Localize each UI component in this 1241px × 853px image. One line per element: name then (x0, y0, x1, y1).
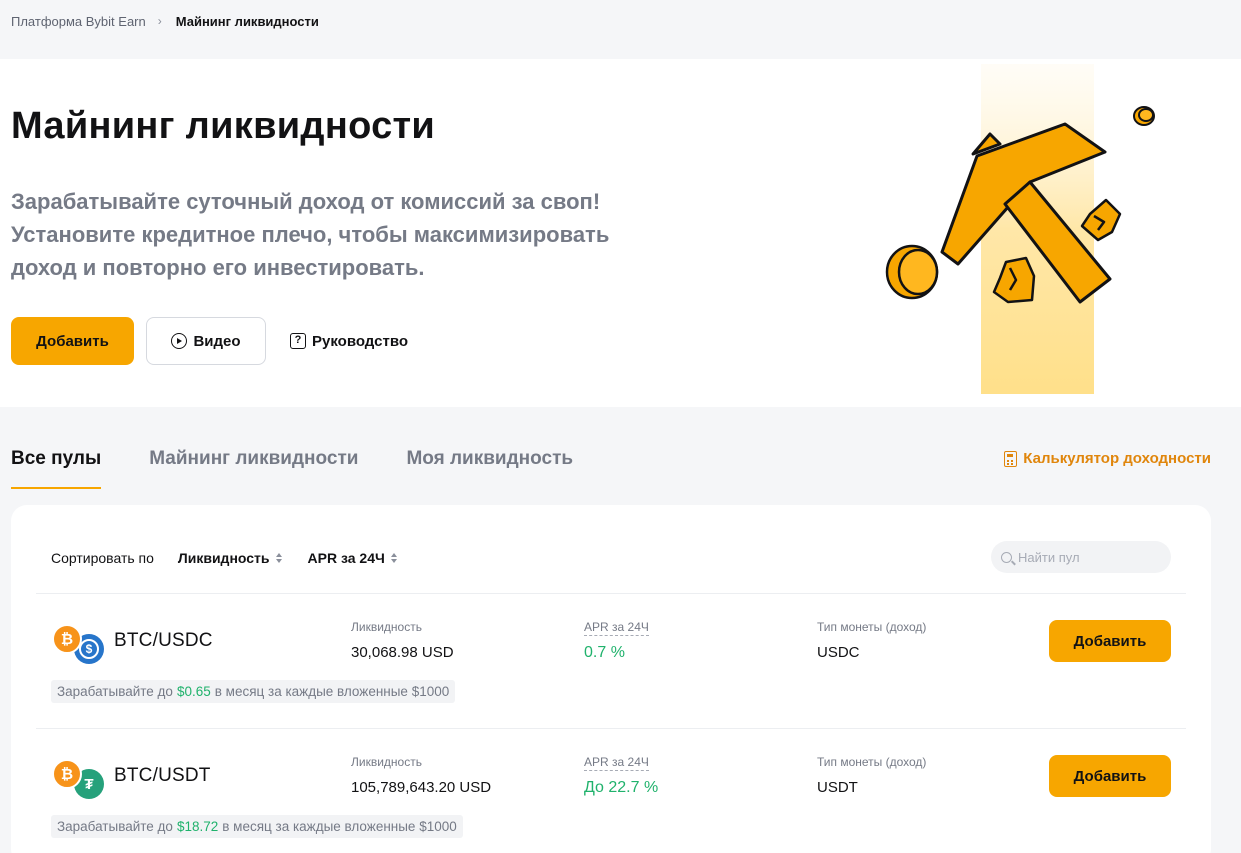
help-book-icon: ? (290, 333, 306, 349)
apr-label[interactable]: APR за 24Ч (584, 755, 649, 771)
coin-type-value: USDC (817, 644, 860, 661)
search-icon (1001, 551, 1012, 563)
pool-row: ₿ $ BTC/USDC Ликвидность 30,068.98 USD A… (36, 593, 1186, 728)
breadcrumb: Платформа Bybit Earn › Майнинг ликвиднос… (11, 12, 319, 30)
earnings-amount: $18.72 (176, 819, 219, 834)
hero-subtitle-line: доход и повторно его инвестировать. (11, 255, 425, 280)
video-button[interactable]: Видео (146, 317, 266, 365)
pool-pair: BTC/USDC (114, 630, 213, 651)
earnings-hint: Зарабатывайте до $0.65 в месяц за каждые… (51, 680, 456, 703)
hero-add-button[interactable]: Добавить (11, 317, 134, 365)
search-input[interactable] (1018, 549, 1158, 565)
sort-by-apr[interactable]: APR за 24Ч (308, 550, 397, 566)
coin-icon (885, 244, 939, 300)
pair-icons: ₿ ₮ (52, 759, 108, 799)
earnings-amount: $0.65 (176, 684, 211, 699)
earnings-hint: Зарабатывайте до $18.72 в месяц за кажды… (51, 815, 463, 838)
breadcrumb-current: Майнинг ликвидности (175, 13, 319, 29)
coin-icon (1133, 106, 1155, 126)
pool-search (991, 541, 1171, 573)
guide-link-label: Руководство (312, 332, 409, 350)
yield-calculator-label: Калькулятор доходности (1023, 450, 1211, 467)
pool-tabs: Все пулы Майнинг ликвидности Моя ликвидн… (11, 448, 573, 489)
pool-row: ₿ ₮ BTC/USDT Ликвидность 105,789,643.20 … (36, 728, 1186, 853)
liquidity-label: Ликвидность (351, 755, 422, 769)
pool-pair: BTC/USDT (114, 765, 211, 786)
add-liquidity-button[interactable]: Добавить (1049, 755, 1171, 797)
video-button-label: Видео (193, 332, 241, 350)
apr-label[interactable]: APR за 24Ч (584, 620, 649, 636)
pickaxe-illustration (885, 64, 1155, 394)
sort-option-label: APR за 24Ч (307, 550, 385, 566)
pair-icons: ₿ $ (52, 624, 108, 664)
coin-type-label: Тип монеты (доход) (817, 620, 927, 634)
bitcoin-icon: ₿ (52, 624, 82, 654)
calculator-icon (1004, 450, 1018, 467)
play-circle-icon (171, 333, 188, 349)
add-liquidity-button[interactable]: Добавить (1049, 620, 1171, 662)
pools-panel: Сортировать по Ликвидность APR за 24Ч ₿ … (11, 505, 1211, 853)
sort-label: Сортировать по (51, 550, 154, 566)
chevron-right-icon: › (157, 14, 162, 28)
apr-value: До 22.7 % (584, 779, 659, 796)
bitcoin-icon: ₿ (52, 759, 82, 789)
coin-type-value: USDT (817, 779, 858, 796)
hero-banner: Майнинг ликвидности Зарабатывайте суточн… (0, 59, 1241, 407)
coin-type-label: Тип монеты (доход) (817, 755, 927, 769)
earnings-suffix: в месяц за каждые вложенные $1000 (222, 819, 457, 834)
hero-subtitle-line: Зарабатывайте суточный доход от комиссий… (11, 189, 601, 214)
earnings-suffix: в месяц за каждые вложенные $1000 (214, 684, 450, 699)
breadcrumb-parent-link[interactable]: Платформа Bybit Earn (11, 14, 146, 29)
earnings-prefix: Зарабатывайте до (57, 819, 173, 834)
tab-my-liquidity[interactable]: Моя ликвидность (406, 448, 573, 489)
sort-arrows-icon (390, 553, 397, 563)
page-title: Майнинг ликвидности (11, 105, 436, 147)
liquidity-value: 105,789,643.20 USD (351, 779, 492, 796)
guide-link[interactable]: ? Руководство (290, 317, 408, 365)
hero-subtitle-line: Установите кредитное плечо, чтобы максим… (11, 222, 610, 247)
liquidity-value: 30,068.98 USD (351, 644, 454, 661)
tab-all-pools[interactable]: Все пулы (11, 448, 102, 489)
sort-bar: Сортировать по Ликвидность APR за 24Ч (51, 549, 423, 567)
hero-subtitle: Зарабатывайте суточный доход от комиссий… (11, 185, 671, 284)
tab-liquidity-mining[interactable]: Майнинг ликвидности (149, 448, 358, 489)
earnings-prefix: Зарабатывайте до (57, 684, 173, 699)
sort-option-label: Ликвидность (177, 550, 270, 566)
apr-value: 0.7 % (584, 644, 625, 661)
liquidity-label: Ликвидность (351, 620, 422, 634)
sort-by-liquidity[interactable]: Ликвидность (178, 550, 282, 566)
yield-calculator-link[interactable]: Калькулятор доходности (1004, 450, 1211, 467)
sort-arrows-icon (275, 553, 282, 563)
